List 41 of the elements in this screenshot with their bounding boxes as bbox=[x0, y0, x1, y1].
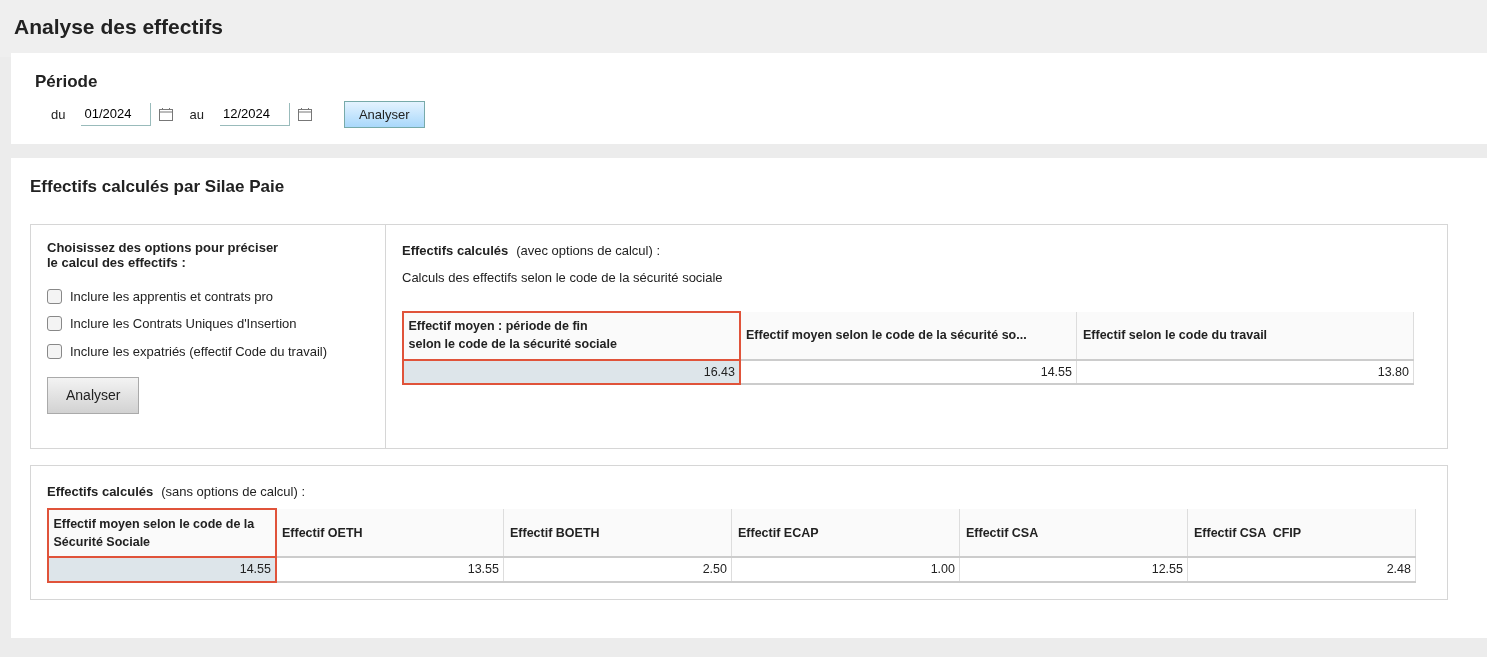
table-cell: 14.55 bbox=[739, 359, 1077, 385]
section-title: Période bbox=[35, 71, 99, 94]
column-header: Effectif ECAP bbox=[731, 509, 960, 558]
field-label: du bbox=[51, 105, 66, 124]
section-title: Effectifs calculés par Silae Paie bbox=[30, 176, 286, 199]
table-cell: 16.43 bbox=[402, 359, 740, 385]
table-note: (avec options de calcul) : bbox=[516, 242, 660, 258]
table-subtitle: Calculs des effectifs selon le code de la sécurité sociale bbox=[402, 269, 724, 288]
checkbox-label[interactable]: Inclure les apprentis et contrats pro bbox=[70, 286, 274, 307]
column-header: Effectif CSA bbox=[959, 509, 1188, 558]
column-header: Effectif OETH bbox=[275, 509, 504, 558]
table-cell: 1.00 bbox=[731, 557, 960, 582]
analyze-button[interactable]: Analyser bbox=[343, 100, 425, 129]
table-cell: 2.48 bbox=[1187, 557, 1416, 582]
column-header: Effectif moyen selon le code de la sécurité so... bbox=[739, 311, 1077, 360]
page-title: Analyse des effectifs bbox=[14, 14, 224, 40]
analyze-button[interactable]: Analyser bbox=[47, 377, 140, 415]
field-label: au bbox=[189, 105, 204, 124]
column-header: Effectif BOETH bbox=[503, 509, 732, 558]
checkbox[interactable] bbox=[47, 316, 62, 332]
table-cell: 13.80 bbox=[1076, 359, 1414, 385]
table-title: Effectifs calculés bbox=[402, 242, 509, 258]
table-cell: 2.50 bbox=[503, 557, 732, 582]
checkbox[interactable] bbox=[47, 288, 62, 304]
column-header: Effectif selon le code du travail bbox=[1076, 311, 1414, 360]
date-field[interactable]: 12/2024 bbox=[219, 103, 290, 126]
options-heading: Choisissez des options pour préciser le calcul des effectifs : bbox=[47, 240, 280, 271]
table-cell: 13.55 bbox=[275, 557, 504, 582]
table-cell: 14.55 bbox=[47, 557, 276, 582]
table-title: Effectifs calculés bbox=[47, 483, 154, 499]
checkbox-label[interactable]: Inclure les Contrats Uniques d'Insertion bbox=[70, 314, 297, 334]
column-header: Effectif moyen selon le code de la Sécurité Sociale bbox=[47, 509, 276, 558]
calendar-icon[interactable] bbox=[159, 107, 174, 121]
checkbox[interactable] bbox=[47, 343, 62, 359]
table-note: (sans options de calcul) : bbox=[161, 483, 305, 499]
date-field[interactable]: 01/2024 bbox=[81, 103, 152, 126]
calendar-icon[interactable] bbox=[297, 107, 312, 121]
column-header: Effectif moyen : période de fin selon le code de la sécurité sociale bbox=[402, 311, 740, 360]
checkbox-label[interactable]: Inclure les expatriés (effectif Code du travail) bbox=[70, 341, 327, 362]
table-cell: 12.55 bbox=[959, 557, 1188, 582]
column-header: Effectif CSA CFIP bbox=[1187, 509, 1416, 558]
